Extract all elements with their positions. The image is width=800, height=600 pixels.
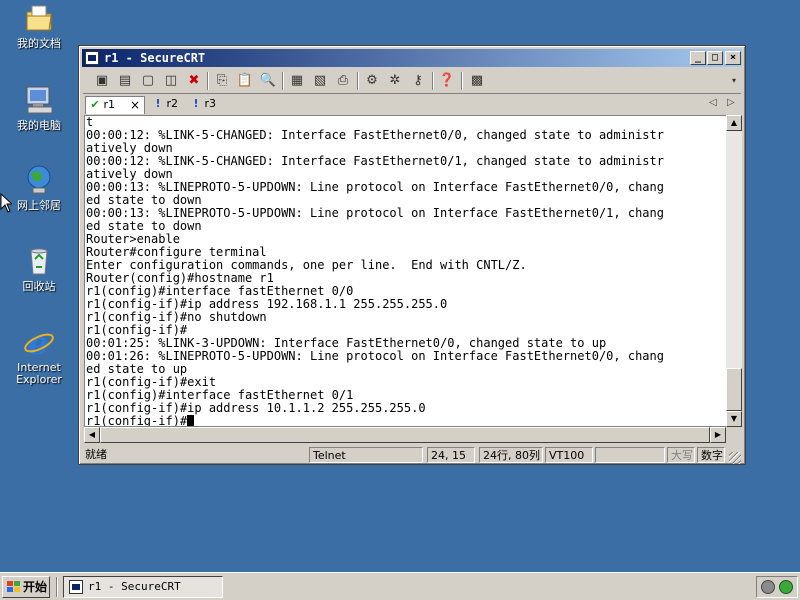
status-protocol: Telnet <box>309 447 423 463</box>
tab-r1[interactable]: ✔ r1 × <box>85 96 145 114</box>
tray-status-icon[interactable] <box>779 580 793 594</box>
toolbar: ▣ ▤ ▢ ◫ ✖ ⎘ 📋 🔍 ▦ ▧ ⎙ ⚙ ✲ ⚷ ❓ ▩ ▾ <box>83 68 741 94</box>
paste-icon[interactable]: 📋 <box>236 72 254 90</box>
terminal-output[interactable]: t 00:00:12: %LINK-5-CHANGED: Interface Fa… <box>84 115 730 427</box>
window-title: r1 - SecureCRT <box>104 51 206 65</box>
tab-r3[interactable]: ! r3 <box>187 96 223 114</box>
status-caps-lock: 大写 <box>667 447 695 463</box>
desktop-icon-my-documents[interactable]: 我的文档 <box>0 2 78 50</box>
global-options-icon[interactable]: ✲ <box>386 72 404 90</box>
find-icon[interactable]: 🔍 <box>259 72 277 90</box>
disconnect-icon[interactable]: ✖ <box>185 72 203 90</box>
status-bar: 就绪 Telnet 24, 15 24行, 80列 VT100 大写 数字 <box>83 446 741 464</box>
securecrt-app-icon <box>85 51 99 65</box>
print-setup-icon[interactable]: ▦ <box>288 72 306 90</box>
system-tray <box>756 576 798 598</box>
terminal-prompt-line: r1(config-if)# <box>86 414 729 427</box>
tab-label: r1 <box>103 98 116 111</box>
print-selection-icon[interactable]: ▧ <box>311 72 329 90</box>
copy-icon[interactable]: ⎘ <box>213 72 231 90</box>
windows-logo-icon <box>7 581 20 593</box>
start-label: 开始 <box>23 580 48 594</box>
scroll-down-icon[interactable]: ▼ <box>726 411 742 427</box>
taskbar-item-label: r1 - SecureCRT <box>88 580 181 593</box>
tab-r2[interactable]: ! r2 <box>149 96 185 114</box>
resize-grip[interactable] <box>729 452 741 464</box>
session-options-icon[interactable]: ⚙ <box>363 72 381 90</box>
terminal-line: 00:00:12: %LINK-5-CHANGED: Interface Fas… <box>86 128 664 142</box>
horizontal-scrollbar[interactable]: ◀ ▶ <box>84 427 726 443</box>
taskbar: 开始 r1 - SecureCRT <box>0 572 800 600</box>
securecrt-app-icon <box>69 580 83 594</box>
scroll-left-icon[interactable]: ◀ <box>84 427 100 443</box>
tab-label: r3 <box>204 97 217 110</box>
taskbar-item-securecrt[interactable]: r1 - SecureCRT <box>63 576 223 598</box>
scroll-right-icon[interactable]: ▶ <box>710 427 726 443</box>
connect-icon[interactable]: ▣ <box>93 72 111 90</box>
desktop-icon-label: 我的文档 <box>17 37 61 50</box>
print-icon[interactable]: ⎙ <box>334 72 352 90</box>
minimize-button[interactable]: _ <box>690 51 706 65</box>
desktop-icon-label: 我的电脑 <box>17 119 61 132</box>
desktop-icon-label: 回收站 <box>22 280 56 293</box>
connected-check-icon: ✔ <box>90 98 100 111</box>
status-emulation: VT100 <box>545 447 593 463</box>
tab-next-icon[interactable]: ▷ <box>727 97 735 108</box>
toolbar-separator <box>282 72 284 90</box>
status-num-lock: 数字 <box>697 447 725 463</box>
my-computer-icon <box>23 84 55 116</box>
tab-label: r2 <box>166 97 179 110</box>
toolbar-separator <box>432 72 434 90</box>
toolbar-separator <box>207 72 209 90</box>
taskbar-separator <box>56 577 58 597</box>
terminal-prompt: r1(config-if)# <box>86 414 188 427</box>
window-titlebar[interactable]: r1 - SecureCRT _ □ × <box>82 49 742 67</box>
scroll-up-icon[interactable]: ▲ <box>726 115 742 131</box>
network-places-icon <box>23 164 55 196</box>
tab-status-icon: ! <box>155 97 161 110</box>
securecrt-window[interactable]: r1 - SecureCRT _ □ × ▣ ▤ ▢ ◫ ✖ ⎘ 📋 🔍 ▦ ▧… <box>78 45 746 465</box>
tab-close-icon[interactable]: × <box>130 97 140 113</box>
status-blank <box>595 447 665 463</box>
quick-connect-icon[interactable]: ▤ <box>116 72 134 90</box>
toolbar-separator <box>461 72 463 90</box>
status-terminal-size: 24行, 80列 <box>479 447 543 463</box>
vertical-scrollbar[interactable]: ▲ ▼ <box>726 115 742 427</box>
keymap-icon[interactable]: ▩ <box>468 72 486 90</box>
toolbar-overflow-icon[interactable]: ▾ <box>725 72 743 90</box>
text-cursor <box>187 415 195 426</box>
start-button[interactable]: 开始 <box>2 576 50 598</box>
desktop-icon-my-computer[interactable]: 我的电脑 <box>0 84 78 132</box>
recycle-bin-icon <box>23 245 55 277</box>
help-icon[interactable]: ❓ <box>438 72 456 90</box>
desktop-icon-internet-explorer[interactable]: e Internet Explorer <box>0 324 78 386</box>
connect-tab-icon[interactable]: ▢ <box>139 72 157 90</box>
vertical-scroll-thumb[interactable] <box>726 368 742 411</box>
my-documents-icon <box>23 2 55 34</box>
desktop-icon-recycle-bin[interactable]: 回收站 <box>0 245 78 293</box>
desktop-icon-label: Explorer <box>16 373 62 386</box>
tray-network-icon[interactable] <box>761 580 775 594</box>
tab-prev-icon[interactable]: ◁ <box>709 97 717 108</box>
session-tabs: ✔ r1 × ! r2 ! r3 ◁ ▷ <box>83 94 741 114</box>
terminal-line: 00:00:12: %LINK-5-CHANGED: Interface Fas… <box>86 154 664 168</box>
svg-text:e: e <box>28 326 48 358</box>
key-icon[interactable]: ⚷ <box>409 72 427 90</box>
status-ready: 就绪 <box>85 448 107 461</box>
close-button[interactable]: × <box>725 51 741 65</box>
internet-explorer-icon: e <box>23 324 55 362</box>
tab-status-icon: ! <box>193 97 199 110</box>
status-cursor-position: 24, 15 <box>427 447 475 463</box>
reconnect-icon[interactable]: ◫ <box>162 72 180 90</box>
maximize-button[interactable]: □ <box>707 51 723 65</box>
horizontal-scroll-thumb[interactable] <box>100 427 710 443</box>
toolbar-separator <box>357 72 359 90</box>
terminal-line: ed state to down <box>86 219 202 233</box>
